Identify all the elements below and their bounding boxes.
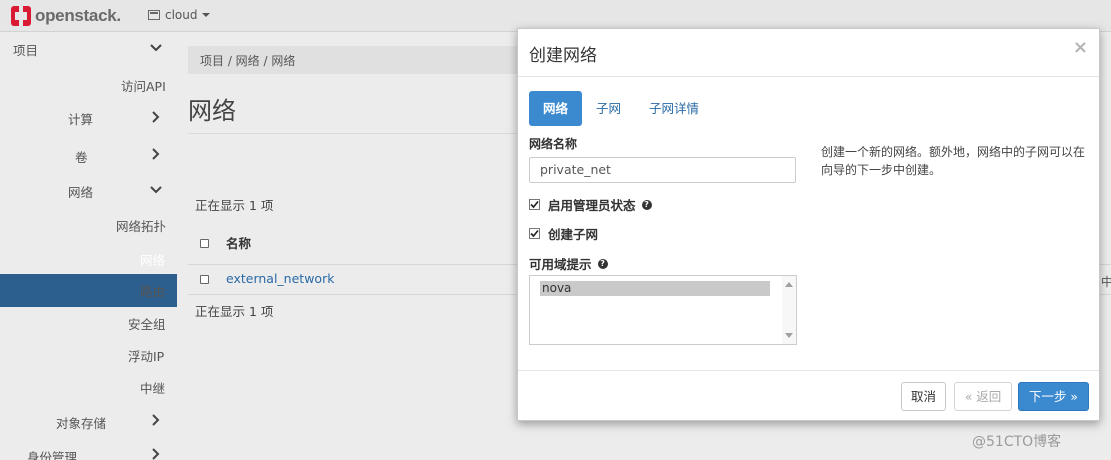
chevron-down-icon bbox=[150, 186, 162, 194]
sidebar-item-volumes[interactable]: 卷 bbox=[75, 147, 88, 166]
sidebar-item-security-groups[interactable]: 安全组 bbox=[128, 314, 166, 333]
sidebar-item-trunks[interactable]: 中继 bbox=[140, 378, 165, 397]
admin-state-checkbox[interactable] bbox=[529, 199, 540, 210]
sidebar-item-identity[interactable]: 身份管理 bbox=[27, 447, 77, 460]
network-link[interactable]: external_network bbox=[226, 271, 334, 286]
admin-state-row: 启用管理员状态 ? bbox=[529, 195, 652, 214]
row-checkbox[interactable] bbox=[200, 275, 209, 284]
create-network-modal: 创建网络 × 网络 子网 子网详情 网络名称 private_net 启用管理员… bbox=[517, 28, 1100, 421]
page-title: 网络 bbox=[188, 97, 236, 125]
create-subnet-row: 创建子网 bbox=[529, 224, 598, 243]
help-icon[interactable]: ? bbox=[597, 258, 608, 269]
chevron-right-icon bbox=[152, 111, 160, 123]
network-name-label: 网络名称 bbox=[529, 137, 578, 151]
breadcrumb[interactable]: 项目 / 网络 / 网络 bbox=[188, 46, 518, 74]
sidebar-item-routers[interactable]: 路由 bbox=[140, 281, 165, 300]
tab-subnet[interactable]: 子网 bbox=[582, 91, 635, 126]
brand-name: openstack. bbox=[35, 6, 121, 25]
sidebar-item-networks[interactable]: 网络 bbox=[140, 250, 165, 269]
watermark: @51CTO博客 bbox=[972, 434, 1062, 450]
openstack-logo[interactable]: openstack. bbox=[10, 5, 121, 27]
help-text: 创建一个新的网络。额外地，网络中的子网可以在向导的下一步中创建。 bbox=[821, 145, 1086, 177]
project-icon bbox=[148, 10, 160, 20]
az-hint-label: 可用域提示 bbox=[529, 257, 592, 272]
chevron-right-icon bbox=[152, 448, 160, 460]
clipped-cell-text: 中 bbox=[1101, 275, 1111, 289]
az-hint-label-row: 可用域提示 ? bbox=[529, 254, 608, 273]
tab-network[interactable]: 网络 bbox=[529, 91, 583, 126]
sidebar-item-access-api[interactable]: 访问API bbox=[121, 76, 166, 95]
sidebar-item-object-store[interactable]: 对象存储 bbox=[56, 413, 106, 432]
next-button[interactable]: 下一步 » bbox=[1018, 382, 1089, 411]
chevron-down-icon bbox=[150, 44, 162, 52]
wizard-tabs: 网络 子网 子网详情 bbox=[529, 91, 713, 126]
back-button[interactable]: « 返回 bbox=[954, 382, 1012, 411]
divider bbox=[188, 133, 528, 134]
create-subnet-checkbox[interactable] bbox=[529, 228, 540, 239]
caret-down-icon bbox=[201, 13, 210, 17]
sidebar-item-compute[interactable]: 计算 bbox=[68, 109, 93, 128]
network-name-input[interactable]: private_net bbox=[529, 157, 796, 183]
listbox-scrollbar[interactable] bbox=[782, 276, 796, 344]
scroll-down-icon[interactable] bbox=[785, 333, 793, 338]
openstack-logo-icon bbox=[11, 6, 31, 26]
help-icon[interactable]: ? bbox=[641, 199, 652, 210]
tab-subnet-details[interactable]: 子网详情 bbox=[635, 91, 713, 126]
column-header-name[interactable]: 名称 bbox=[226, 233, 251, 252]
sidebar-item-network-topology[interactable]: 网络拓扑 bbox=[116, 216, 166, 235]
scroll-up-icon[interactable] bbox=[785, 282, 793, 287]
chevron-right-icon bbox=[152, 414, 160, 426]
item-count-bottom: 正在显示 1 项 bbox=[195, 304, 274, 319]
cancel-button[interactable]: 取消 bbox=[901, 382, 946, 411]
sidebar-item-floating-ips[interactable]: 浮动IP bbox=[128, 346, 164, 365]
availability-zone-select[interactable]: nova bbox=[529, 275, 797, 345]
close-icon[interactable]: × bbox=[1073, 37, 1088, 58]
chevron-right-icon bbox=[152, 148, 160, 160]
admin-state-label: 启用管理员状态 bbox=[548, 198, 636, 213]
select-all-checkbox[interactable] bbox=[200, 239, 209, 248]
project-selector[interactable]: cloud bbox=[148, 8, 210, 22]
az-option-nova[interactable]: nova bbox=[540, 281, 770, 296]
item-count-top: 正在显示 1 项 bbox=[195, 198, 274, 213]
modal-footer: 取消 « 返回 下一步 » bbox=[518, 370, 1099, 420]
create-subnet-label: 创建子网 bbox=[548, 227, 599, 242]
sidebar-item-network-group[interactable]: 网络 bbox=[68, 182, 93, 201]
project-name: cloud bbox=[165, 8, 198, 22]
sidebar: 项目 访问API 计算 卷 网络 网络拓扑 网络 路由 安全组 浮动IP 中继 … bbox=[0, 33, 177, 460]
sidebar-item-project[interactable]: 项目 bbox=[13, 40, 38, 59]
modal-title: 创建网络 bbox=[529, 46, 597, 66]
modal-header: 创建网络 × bbox=[518, 29, 1099, 77]
